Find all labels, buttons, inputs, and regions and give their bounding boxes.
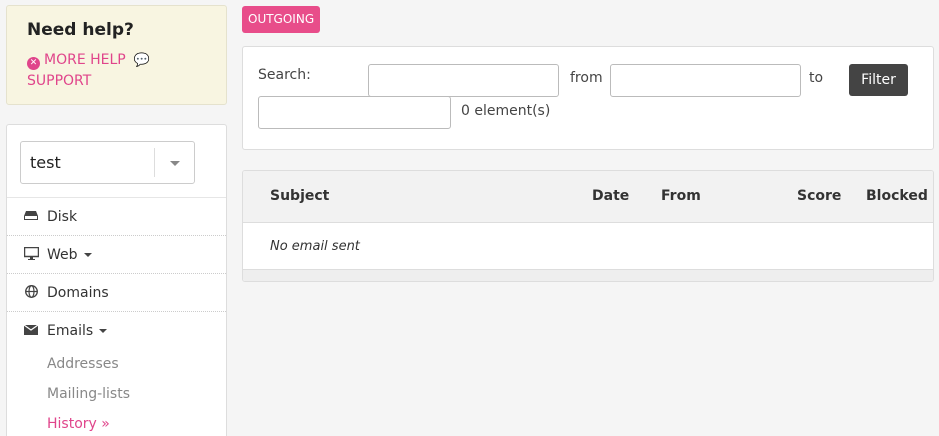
sidebar: test Disk Web Domains Emails Addresses M… <box>6 124 227 436</box>
globe-icon <box>23 274 39 312</box>
account-select[interactable]: test <box>20 141 195 184</box>
table-header: Subject Date From Score Blocked <box>243 171 933 223</box>
column-score[interactable]: Score <box>797 188 841 204</box>
table-footer <box>243 269 933 281</box>
chat-icon: 💬 <box>133 53 150 68</box>
column-from[interactable]: From <box>661 188 701 204</box>
caret-down-icon <box>83 253 92 257</box>
column-blocked[interactable]: Blocked <box>866 188 928 204</box>
to-label: to <box>809 70 824 86</box>
sidebar-subitem-addresses[interactable]: Addresses <box>7 349 226 379</box>
from-date-input[interactable] <box>610 64 801 97</box>
email-history-table: Subject Date From Score Blocked No email… <box>242 170 934 282</box>
more-help-link[interactable]: MORE HELP <box>44 52 126 68</box>
search-label: Search: <box>258 67 311 83</box>
sidebar-item-label: Disk <box>47 209 78 225</box>
empty-message: No email sent <box>270 239 360 254</box>
lifebuoy-icon: ✕ <box>27 57 40 70</box>
monitor-icon <box>23 236 39 274</box>
select-divider <box>154 148 155 177</box>
account-select-value: test <box>30 153 61 172</box>
column-subject[interactable]: Subject <box>270 188 329 204</box>
sidebar-subitem-mailing-lists[interactable]: Mailing-lists <box>7 379 226 409</box>
support-link[interactable]: SUPPORT <box>27 73 91 89</box>
help-box: Need help? ✕ MORE HELP 💬 SUPPORT <box>6 5 227 105</box>
sidebar-subitem-history[interactable]: History » <box>7 409 226 436</box>
envelope-icon <box>23 312 39 350</box>
sidebar-nav: Disk Web Domains Emails Addresses Mailin… <box>7 197 226 436</box>
chevron-down-icon[interactable] <box>170 161 180 166</box>
table-body: No email sent <box>243 223 933 270</box>
sidebar-item-web[interactable]: Web <box>7 235 226 273</box>
sidebar-item-disk[interactable]: Disk <box>7 197 226 235</box>
element-count: 0 element(s) <box>461 103 551 119</box>
help-links: ✕ MORE HELP 💬 SUPPORT <box>27 50 206 91</box>
search-panel: Search: from to Filter 0 element(s) <box>242 46 934 150</box>
caret-down-icon <box>99 329 108 333</box>
sidebar-item-label: Web <box>47 247 78 263</box>
search-input[interactable] <box>368 64 559 97</box>
sidebar-item-emails[interactable]: Emails <box>7 311 226 349</box>
filter-button[interactable]: Filter <box>849 64 908 96</box>
disk-icon <box>23 198 39 236</box>
column-date[interactable]: Date <box>592 188 629 204</box>
sidebar-item-label: Domains <box>47 285 109 301</box>
to-date-input[interactable] <box>258 96 451 129</box>
sidebar-item-label: Emails <box>47 323 94 339</box>
from-label: from <box>570 70 603 86</box>
outgoing-badge: OUTGOING <box>242 6 321 33</box>
sidebar-item-domains[interactable]: Domains <box>7 273 226 311</box>
help-title: Need help? <box>27 20 134 40</box>
